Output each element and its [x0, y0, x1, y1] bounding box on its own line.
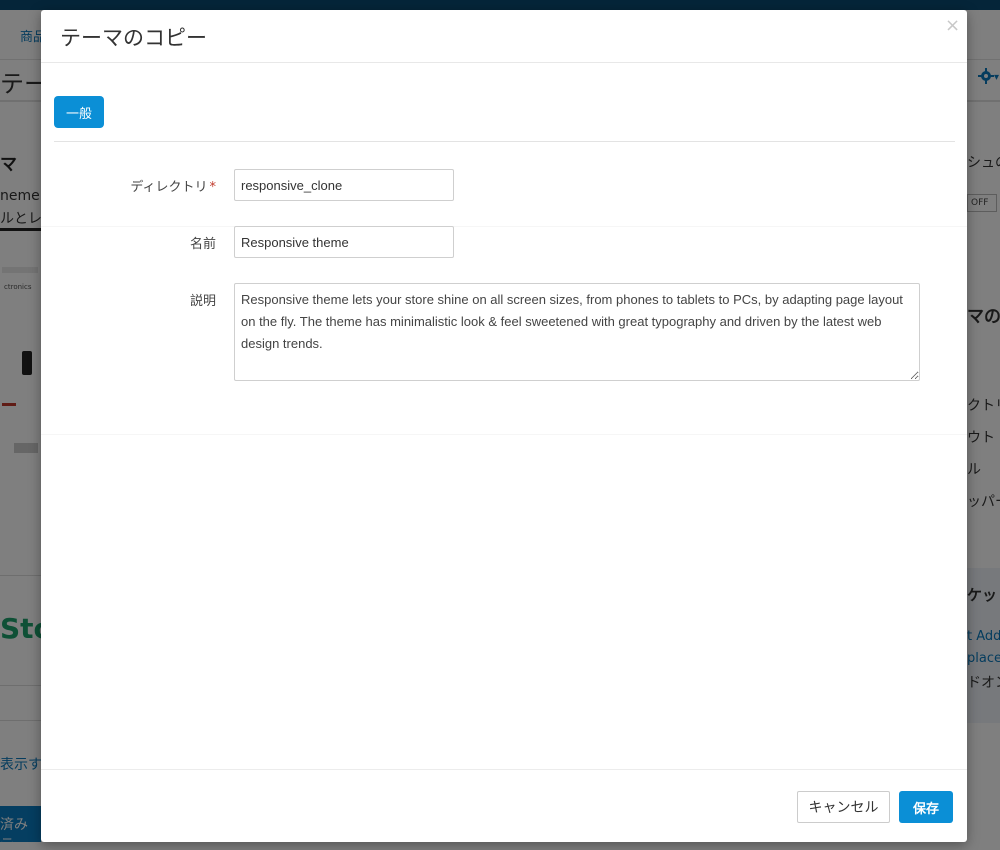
cancel-button[interactable]: キャンセル: [797, 791, 890, 823]
required-mark: *: [209, 180, 217, 195]
close-icon[interactable]: ×: [945, 16, 960, 36]
row-separator: [41, 434, 967, 435]
copy-theme-dialog: テーマのコピー × 一般 ディレクトリ* 名前 説明 Responsive th…: [41, 10, 967, 842]
dialog-header: テーマのコピー ×: [41, 10, 967, 63]
directory-label-text: ディレクトリ: [130, 180, 208, 195]
directory-input[interactable]: [234, 169, 454, 201]
description-textarea[interactable]: Responsive theme lets your store shine o…: [234, 283, 920, 381]
save-button[interactable]: 保存: [899, 791, 953, 823]
directory-label: ディレクトリ *: [41, 176, 216, 195]
tab-general[interactable]: 一般: [54, 96, 104, 128]
row-separator: [41, 226, 967, 227]
tab-divider: [54, 141, 955, 142]
name-label: 名前: [189, 237, 216, 252]
description-label: 説明: [189, 294, 216, 309]
dialog-footer: キャンセル 保存: [41, 769, 967, 842]
name-input[interactable]: [234, 226, 454, 258]
dialog-title: テーマのコピー: [60, 26, 207, 50]
